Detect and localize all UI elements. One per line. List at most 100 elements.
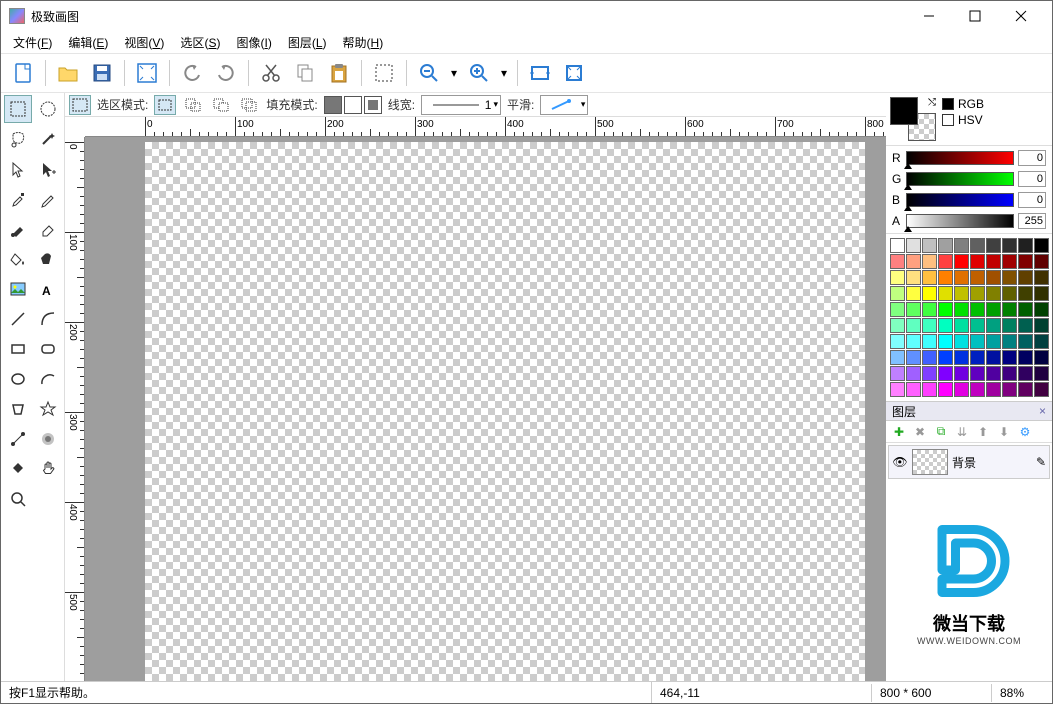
palette-swatch[interactable] bbox=[986, 302, 1001, 317]
palette-swatch[interactable] bbox=[938, 350, 953, 365]
canvas-viewport[interactable] bbox=[85, 137, 886, 681]
menu-layer[interactable]: 图层(L) bbox=[282, 32, 333, 53]
palette-swatch[interactable] bbox=[890, 318, 905, 333]
a-value[interactable] bbox=[1018, 213, 1046, 229]
palette-swatch[interactable] bbox=[1034, 334, 1049, 349]
tool-curve[interactable] bbox=[34, 305, 62, 333]
palette-swatch[interactable] bbox=[1034, 382, 1049, 397]
palette-swatch[interactable] bbox=[986, 318, 1001, 333]
palette-swatch[interactable] bbox=[1002, 302, 1017, 317]
layer-settings-button[interactable]: ⚙ bbox=[1016, 423, 1034, 441]
cut-button[interactable] bbox=[255, 57, 287, 89]
layer-up-button[interactable]: ⬆ bbox=[974, 423, 992, 441]
tool-pointer[interactable] bbox=[4, 155, 32, 183]
palette-swatch[interactable] bbox=[938, 270, 953, 285]
palette-swatch[interactable] bbox=[1018, 254, 1033, 269]
palette-swatch[interactable] bbox=[954, 302, 969, 317]
palette-swatch[interactable] bbox=[1002, 254, 1017, 269]
palette-swatch[interactable] bbox=[890, 238, 905, 253]
fg-bg-swatch[interactable]: ⤭ bbox=[890, 97, 936, 141]
palette-swatch[interactable] bbox=[938, 318, 953, 333]
palette-swatch[interactable] bbox=[890, 366, 905, 381]
tool-magic-wand[interactable] bbox=[34, 125, 62, 153]
redo-button[interactable] bbox=[210, 57, 242, 89]
tool-rect-select[interactable] bbox=[4, 95, 32, 123]
palette-swatch[interactable] bbox=[1002, 350, 1017, 365]
palette-swatch[interactable] bbox=[986, 286, 1001, 301]
fill-mode-swatches[interactable] bbox=[324, 96, 382, 114]
palette-swatch[interactable] bbox=[986, 334, 1001, 349]
palette-swatch[interactable] bbox=[922, 286, 937, 301]
b-slider[interactable] bbox=[906, 193, 1014, 207]
palette-swatch[interactable] bbox=[1018, 318, 1033, 333]
menu-selection[interactable]: 选区(S) bbox=[174, 32, 226, 53]
palette-swatch[interactable] bbox=[938, 254, 953, 269]
palette-swatch[interactable] bbox=[1018, 350, 1033, 365]
palette-swatch[interactable] bbox=[986, 254, 1001, 269]
copy-button[interactable] bbox=[289, 57, 321, 89]
zoom-in-button[interactable] bbox=[463, 57, 495, 89]
palette-swatch[interactable] bbox=[1018, 334, 1033, 349]
color-mode-hsv[interactable]: HSV bbox=[942, 113, 984, 127]
g-slider[interactable] bbox=[906, 172, 1014, 186]
palette-swatch[interactable] bbox=[922, 270, 937, 285]
palette-swatch[interactable] bbox=[1002, 366, 1017, 381]
palette-swatch[interactable] bbox=[986, 382, 1001, 397]
palette-swatch[interactable] bbox=[890, 334, 905, 349]
tool-arc[interactable] bbox=[34, 365, 62, 393]
layer-duplicate-button[interactable]: ⧉ bbox=[932, 423, 950, 441]
palette-swatch[interactable] bbox=[1018, 302, 1033, 317]
palette-swatch[interactable] bbox=[954, 366, 969, 381]
palette-swatch[interactable] bbox=[922, 238, 937, 253]
tool-ellipse-select[interactable] bbox=[34, 95, 62, 123]
b-value[interactable] bbox=[1018, 192, 1046, 208]
palette-swatch[interactable] bbox=[906, 254, 921, 269]
tool-gradient[interactable] bbox=[4, 455, 32, 483]
new-file-button[interactable] bbox=[7, 57, 39, 89]
palette-swatch[interactable] bbox=[1002, 334, 1017, 349]
layer-merge-button[interactable]: ⇊ bbox=[953, 423, 971, 441]
menu-view[interactable]: 视图(V) bbox=[118, 32, 170, 53]
palette-swatch[interactable] bbox=[890, 270, 905, 285]
palette-swatch[interactable] bbox=[938, 286, 953, 301]
layer-add-button[interactable]: ✚ bbox=[890, 423, 908, 441]
tool-star[interactable] bbox=[34, 395, 62, 423]
palette-swatch[interactable] bbox=[906, 350, 921, 365]
tool-rect[interactable] bbox=[4, 335, 32, 363]
tool-zoom[interactable] bbox=[4, 485, 32, 513]
palette-swatch[interactable] bbox=[1002, 382, 1017, 397]
actual-size-button[interactable] bbox=[524, 57, 556, 89]
palette-swatch[interactable] bbox=[1018, 382, 1033, 397]
r-value[interactable] bbox=[1018, 150, 1046, 166]
fill-solid-icon[interactable] bbox=[324, 96, 342, 114]
tool-pencil[interactable] bbox=[34, 185, 62, 213]
palette-swatch[interactable] bbox=[938, 302, 953, 317]
palette-swatch[interactable] bbox=[1034, 254, 1049, 269]
tool-fill[interactable] bbox=[4, 245, 32, 273]
tool-path[interactable] bbox=[4, 425, 32, 453]
palette-swatch[interactable] bbox=[970, 318, 985, 333]
palette-swatch[interactable] bbox=[1034, 318, 1049, 333]
tool-round-rect[interactable] bbox=[34, 335, 62, 363]
palette-swatch[interactable] bbox=[970, 254, 985, 269]
layers-panel-close-icon[interactable]: × bbox=[1039, 404, 1046, 418]
color-mode-rgb[interactable]: RGB bbox=[942, 97, 984, 111]
palette-swatch[interactable] bbox=[938, 334, 953, 349]
palette-swatch[interactable] bbox=[970, 270, 985, 285]
palette-swatch[interactable] bbox=[922, 382, 937, 397]
palette-swatch[interactable] bbox=[970, 334, 985, 349]
tool-ellipse[interactable] bbox=[4, 365, 32, 393]
palette-swatch[interactable] bbox=[938, 366, 953, 381]
palette-swatch[interactable] bbox=[970, 238, 985, 253]
menu-image[interactable]: 图像(I) bbox=[230, 32, 277, 53]
palette-swatch[interactable] bbox=[970, 286, 985, 301]
palette-swatch[interactable] bbox=[890, 350, 905, 365]
palette-swatch[interactable] bbox=[1002, 318, 1017, 333]
palette-swatch[interactable] bbox=[954, 254, 969, 269]
zoom-out-dropdown[interactable]: ▾ bbox=[447, 57, 461, 89]
palette-swatch[interactable] bbox=[890, 382, 905, 397]
tool-hand[interactable] bbox=[34, 455, 62, 483]
zoom-out-button[interactable] bbox=[413, 57, 445, 89]
palette-swatch[interactable] bbox=[890, 254, 905, 269]
palette-swatch[interactable] bbox=[954, 350, 969, 365]
